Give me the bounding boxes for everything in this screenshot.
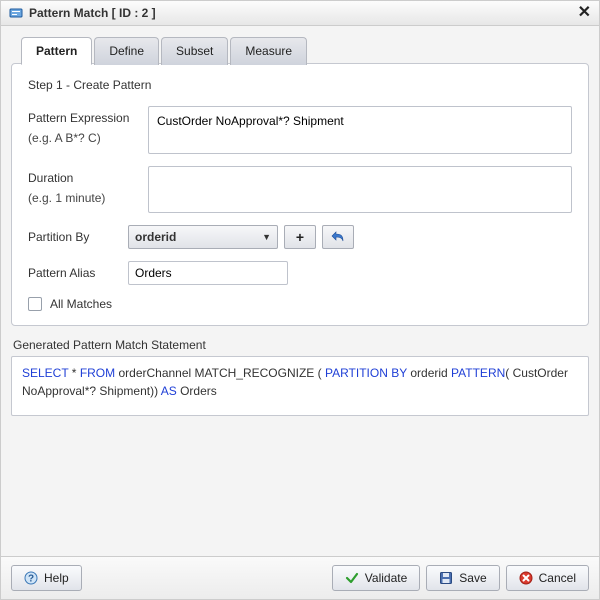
tab-measure[interactable]: Measure [230, 37, 307, 65]
cancel-icon [519, 571, 533, 585]
validate-button[interactable]: Validate [332, 565, 420, 591]
generated-statement-box: SELECT * FROM orderChannel MATCH_RECOGNI… [11, 356, 589, 416]
pattern-alias-input[interactable] [128, 261, 288, 285]
sql-keyword-as: AS [161, 384, 177, 398]
undo-button[interactable] [322, 225, 354, 249]
dialog-footer: ? Help Validate Save Cancel [1, 556, 599, 599]
duration-label: Duration (e.g. 1 minute) [28, 166, 148, 205]
pattern-expression-label: Pattern Expression (e.g. A B*? C) [28, 106, 148, 145]
all-matches-label: All Matches [50, 297, 112, 311]
titlebar: Pattern Match [ ID : 2 ] ✕ [1, 1, 599, 26]
partition-by-select[interactable]: orderid ▼ [128, 225, 278, 249]
pattern-icon [9, 6, 23, 20]
save-button[interactable]: Save [426, 565, 499, 591]
tabstrip: Pattern Define Subset Measure [11, 36, 589, 64]
pattern-match-dialog: Pattern Match [ ID : 2 ] ✕ Pattern Defin… [0, 0, 600, 600]
plus-icon: + [296, 229, 304, 245]
help-button[interactable]: ? Help [11, 565, 82, 591]
close-icon[interactable]: ✕ [578, 6, 591, 20]
cancel-button[interactable]: Cancel [506, 565, 589, 591]
undo-icon [330, 230, 346, 244]
svg-text:?: ? [28, 574, 34, 585]
help-icon: ? [24, 571, 38, 585]
sql-keyword-from: FROM [80, 366, 115, 380]
dialog-body: Pattern Define Subset Measure Step 1 - C… [1, 26, 599, 556]
add-partition-button[interactable]: + [284, 225, 316, 249]
tab-define[interactable]: Define [94, 37, 159, 65]
check-icon [345, 571, 359, 585]
tab-subset[interactable]: Subset [161, 37, 228, 65]
partition-by-label: Partition By [28, 225, 128, 244]
duration-input[interactable] [148, 166, 572, 214]
dialog-title: Pattern Match [ ID : 2 ] [29, 6, 156, 20]
generated-statement-label: Generated Pattern Match Statement [13, 338, 587, 352]
pattern-expression-input[interactable]: CustOrder NoApproval*? Shipment [148, 106, 572, 154]
pattern-alias-label: Pattern Alias [28, 261, 128, 280]
chevron-down-icon: ▼ [262, 232, 271, 242]
sql-keyword-select: SELECT [22, 366, 68, 380]
tab-pattern[interactable]: Pattern [21, 37, 92, 65]
tabpanel-pattern: Step 1 - Create Pattern Pattern Expressi… [11, 63, 589, 326]
sql-keyword-pattern: PATTERN [451, 366, 505, 380]
step-title: Step 1 - Create Pattern [28, 78, 572, 92]
floppy-icon [439, 571, 453, 585]
sql-keyword-partition-by: PARTITION BY [325, 366, 407, 380]
all-matches-checkbox[interactable] [28, 297, 42, 311]
